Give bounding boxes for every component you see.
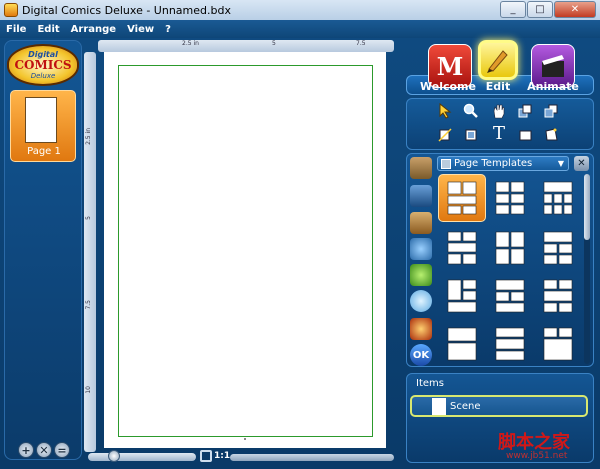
effects-icon[interactable] <box>410 318 432 340</box>
pointer-icon[interactable] <box>436 102 454 120</box>
ruler-top-tick: 5 <box>272 40 276 47</box>
menu-help[interactable]: ? <box>165 24 171 35</box>
page-template-item[interactable] <box>534 272 582 320</box>
page-thumbnail-image <box>25 97 57 143</box>
page-thumbnail-selected[interactable]: Page 1 <box>10 90 76 162</box>
characters-icon[interactable] <box>410 212 432 234</box>
crop-icon[interactable] <box>436 126 454 144</box>
menu-bar: File Edit Arrange View ? <box>0 20 600 38</box>
template-layout-icon <box>495 181 525 215</box>
template-layout-icon <box>447 327 477 361</box>
window-controls: _ □ ✕ <box>499 1 596 18</box>
page-template-item[interactable] <box>534 320 582 368</box>
page-template-item[interactable] <box>534 224 582 272</box>
page-template-item[interactable] <box>438 320 486 368</box>
ruler-top-tick: 7.5 <box>356 40 366 47</box>
send-backward-icon[interactable] <box>542 102 560 120</box>
logo-line-2: COMICS <box>14 58 72 72</box>
templates-icon <box>441 159 451 169</box>
ruler-left-tick: 7.5 <box>85 300 92 310</box>
page-safe-area <box>118 65 373 437</box>
templates-scrollbar-thumb[interactable] <box>584 174 590 240</box>
page-template-item[interactable] <box>438 224 486 272</box>
template-layout-icon <box>495 279 525 313</box>
template-layout-icon <box>495 231 525 265</box>
page-template-item[interactable] <box>438 272 486 320</box>
ruler-vertical: 2.5 in 5 7.5 10 <box>84 52 96 452</box>
page-template-item[interactable] <box>486 174 534 222</box>
zoom-slider-handle[interactable] <box>108 450 120 462</box>
page-template-item[interactable] <box>486 272 534 320</box>
text-icon[interactable]: T <box>490 123 508 144</box>
zoom-icon[interactable] <box>462 102 480 120</box>
page-template-item[interactable] <box>486 224 534 272</box>
edit-mode-icon[interactable] <box>478 40 518 80</box>
bring-forward-icon[interactable] <box>516 102 534 120</box>
add-page-button[interactable]: + <box>18 442 34 458</box>
chevron-down-icon: ▼ <box>557 159 564 168</box>
title-bar: Digital Comics Deluxe - Unnamed.bdx _ □ … <box>0 0 600 20</box>
template-layout-icon <box>543 231 573 265</box>
horizontal-scrollbar[interactable] <box>230 454 394 461</box>
frame-icon[interactable] <box>462 126 480 144</box>
menu-view[interactable]: View <box>127 24 154 35</box>
template-layout-icon <box>447 279 477 313</box>
props-icon[interactable] <box>410 238 432 260</box>
ruler-left-tick: 5 <box>85 216 92 220</box>
template-layout-icon <box>543 181 573 215</box>
page-templates-dropdown[interactable]: Page Templates ▼ <box>437 156 569 171</box>
watermark-url: www.jb51.net <box>506 451 568 461</box>
templates-close-button[interactable]: ✕ <box>574 156 589 171</box>
scenes-icon[interactable] <box>410 185 432 207</box>
template-layout-icon <box>543 279 573 313</box>
template-layout-icon <box>495 327 525 361</box>
page-template-item[interactable] <box>486 320 534 368</box>
page-template-item[interactable] <box>534 174 582 222</box>
ruler-left-tick: 10 <box>85 386 92 394</box>
speech-balloon-icon[interactable] <box>410 290 432 312</box>
app-icon <box>4 3 18 17</box>
transform-icon[interactable] <box>542 126 560 144</box>
ok-icon[interactable]: OK <box>410 344 432 366</box>
welcome-mode-label[interactable]: Welcome <box>418 80 478 93</box>
item-scene-label: Scene <box>450 401 481 412</box>
fit-page-icon[interactable] <box>200 450 212 462</box>
app-logo: Digital COMICS Deluxe <box>7 44 79 86</box>
template-layout-icon <box>447 231 477 265</box>
hand-icon[interactable] <box>490 102 508 120</box>
maximize-button[interactable]: □ <box>527 1 553 18</box>
scene-thumbnail <box>432 398 446 415</box>
zoom-slider-track[interactable] <box>88 453 196 461</box>
ruler-left-tick: 2.5 in <box>85 128 92 145</box>
page-templates-label: Page Templates <box>454 158 533 169</box>
svg-text:M: M <box>437 52 464 81</box>
page-center-marker <box>244 438 246 440</box>
menu-edit[interactable]: Edit <box>37 24 59 35</box>
ruler-horizontal: 2.5 in 5 7.5 <box>98 40 394 52</box>
edit-mode-label[interactable]: Edit <box>478 80 518 93</box>
template-layout-icon <box>447 181 477 215</box>
menu-arrange[interactable]: Arrange <box>71 24 116 35</box>
page-actions: + ✕ = <box>18 442 72 458</box>
page-options-button[interactable]: = <box>54 442 70 458</box>
page-thumbnail-label: Page 1 <box>27 146 61 157</box>
pencil-icon <box>487 50 508 73</box>
close-button[interactable]: ✕ <box>554 1 596 18</box>
balloon-shapes-icon[interactable] <box>410 264 432 286</box>
template-layout-icon <box>543 327 573 361</box>
menu-file[interactable]: File <box>6 24 26 35</box>
delete-page-button[interactable]: ✕ <box>36 442 52 458</box>
items-title: Items <box>416 378 444 389</box>
frames-icon[interactable] <box>410 157 432 179</box>
animate-mode-label[interactable]: Animate <box>524 80 582 93</box>
rect-icon[interactable] <box>516 126 534 144</box>
ruler-top-tick: 2.5 in <box>182 40 199 47</box>
logo-line-3: Deluxe <box>30 72 56 80</box>
zoom-ratio[interactable]: 1:1 <box>214 451 230 461</box>
window-title: Digital Comics Deluxe - Unnamed.bdx <box>22 3 231 17</box>
minimize-button[interactable]: _ <box>500 1 526 18</box>
page-template-item[interactable] <box>438 174 486 222</box>
